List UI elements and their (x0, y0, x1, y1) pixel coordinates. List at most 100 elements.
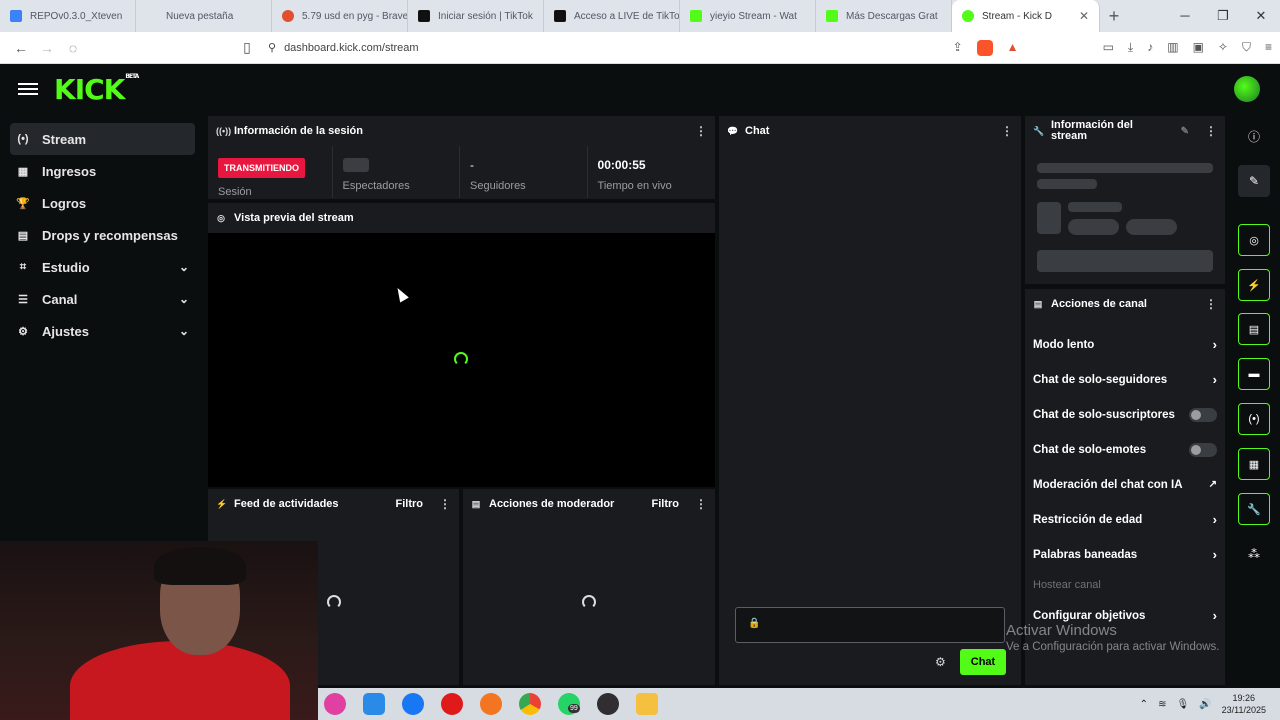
info-icon[interactable]: ⓘ (1238, 120, 1270, 152)
more-widgets-icon[interactable]: ⁂ (1238, 538, 1270, 570)
onedrive-icon[interactable] (363, 693, 385, 715)
tiktok-icon (554, 10, 566, 22)
user-avatar[interactable] (1234, 76, 1260, 102)
kebab-menu-icon[interactable]: ⋮ (439, 497, 451, 511)
share-icon[interactable]: ⇪ (953, 40, 963, 56)
volume-icon[interactable]: 🔊 (1199, 699, 1211, 710)
watermark-title: Activar Windows (1006, 622, 1117, 639)
chat-send-button[interactable]: Chat (960, 649, 1006, 675)
browser-tab[interactable]: 5.79 usd en pyg - Brave (272, 0, 408, 32)
maximize-icon[interactable]: ❐ (1204, 8, 1242, 24)
action-followers-only[interactable]: Chat de solo-seguidores › (1025, 362, 1225, 397)
sidebar-item-estudio[interactable]: ⌗ Estudio ⌄ (10, 251, 195, 283)
tray-overflow-icon[interactable]: ⌃ (1140, 699, 1148, 710)
broadcast-icon[interactable]: (•) (1238, 403, 1270, 435)
kebab-menu-icon[interactable]: ⋮ (695, 124, 707, 138)
sidebar-item-stream[interactable]: (•) Stream (10, 123, 195, 155)
close-window-icon[interactable]: ✕ (1242, 8, 1280, 24)
chat-input[interactable]: 🔒 (735, 607, 1005, 643)
preview-icon: ◎ (217, 212, 225, 223)
action-age-restriction[interactable]: Restricción de edad › (1025, 502, 1225, 537)
whatsapp-icon[interactable]: 99 (558, 693, 580, 715)
chevron-down-icon: ⌄ (178, 260, 189, 274)
wrench-icon[interactable]: 🔧 (1238, 493, 1270, 525)
sidebar-item-label: Logros (42, 195, 87, 211)
action-label: Configurar objetivos (1033, 609, 1146, 622)
url-field[interactable]: ⚲ dashboard.kick.com/stream (268, 41, 953, 55)
address-bar: ← → ◌ ▯ ⚲ dashboard.kick.com/stream ⇪ ▲ … (0, 32, 1280, 64)
facebook-icon[interactable] (402, 693, 424, 715)
itunes-icon[interactable] (324, 693, 346, 715)
action-slow-mode[interactable]: Modo lento › (1025, 327, 1225, 362)
site-info-icon[interactable]: ⚲ (268, 41, 276, 54)
browser-tab[interactable]: Iniciar sesión | TikTok (408, 0, 544, 32)
kebab-menu-icon[interactable]: ⋮ (695, 497, 707, 511)
chrome-icon[interactable] (519, 693, 541, 715)
download-icon[interactable]: ⤓ (1128, 40, 1133, 56)
opera-icon[interactable] (441, 693, 463, 715)
forward-icon[interactable]: → (34, 40, 60, 56)
browser-tab-active[interactable]: Stream - Kick D ✕ (952, 0, 1100, 32)
action-banned-words[interactable]: Palabras baneadas › (1025, 537, 1225, 572)
subscribers-only-toggle[interactable] (1189, 407, 1217, 422)
vpn-icon[interactable]: ⛉ (1242, 40, 1251, 56)
hamburger-menu-icon[interactable] (18, 83, 38, 95)
reader-icon[interactable]: ▭ (1103, 40, 1114, 56)
clock[interactable]: 19:26 23/11/2025 (1222, 692, 1266, 716)
notes-icon[interactable]: ▤ (1238, 313, 1270, 345)
sidebar-item-canal[interactable]: ☰ Canal ⌄ (10, 283, 195, 315)
sidebar-toggle-icon[interactable]: ▥ (1167, 40, 1178, 56)
right-rail: ⓘ ✎ ◎ ⚡ ▤ ▬ (•) ▦ 🔧 ⁂ (1228, 114, 1280, 694)
sidebar: (•) Stream ▦ Ingresos 🏆 Logros ▤ Drops y rec… (0, 114, 205, 544)
close-icon[interactable]: ✕ (1079, 9, 1089, 23)
file-explorer-icon[interactable] (636, 693, 658, 715)
stat-label: Espectadores (342, 180, 410, 192)
logo-text: KICK (54, 72, 125, 106)
edit-pencil-icon[interactable]: ✎ (1238, 165, 1270, 197)
media-icon[interactable]: ♪ (1147, 40, 1153, 56)
kick-logo[interactable]: KICKBETA (54, 72, 139, 106)
browser-tab[interactable]: Más Descargas Grat (816, 0, 952, 32)
menu-icon[interactable]: ≡ (1265, 40, 1272, 56)
chat-settings-gear-icon[interactable]: ⚙ (935, 655, 946, 669)
edit-pencil-icon[interactable]: ✎ (1181, 126, 1189, 137)
crunchyroll-icon[interactable] (480, 693, 502, 715)
layout-icon[interactable]: ▦ (1238, 448, 1270, 480)
sidebar-item-ingresos[interactable]: ▦ Ingresos (10, 155, 195, 187)
back-icon[interactable]: ← (8, 40, 34, 56)
sidebar-item-logros[interactable]: 🏆 Logros (10, 187, 195, 219)
browser-tab[interactable]: Nueva pestaña (136, 0, 272, 32)
action-label: Modo lento (1033, 338, 1095, 351)
browser-tab[interactable]: Acceso a LIVE de TikTok (544, 0, 680, 32)
wallet-icon[interactable]: ▣ (1193, 40, 1204, 56)
action-ai-moderation[interactable]: Moderación del chat con IA ↗ (1025, 467, 1225, 502)
kebab-menu-icon[interactable]: ⋮ (1205, 297, 1217, 311)
trophy-icon: 🏆 (16, 197, 30, 210)
microphone-icon[interactable]: 🎙 (1176, 699, 1189, 710)
bookmark-icon[interactable]: ▯ (234, 39, 260, 56)
browser-tab[interactable]: REPOv0.3.0_Xteven (0, 0, 136, 32)
new-tab-button[interactable]: + (1100, 6, 1128, 27)
kebab-menu-icon[interactable]: ⋮ (1205, 124, 1217, 138)
stream-preview-video[interactable] (208, 233, 715, 487)
filter-button[interactable]: Filtro (396, 498, 424, 510)
channel-icon: ☰ (18, 293, 28, 306)
kebab-menu-icon[interactable]: ⋮ (1001, 124, 1013, 138)
browser-tab[interactable]: yieyio Stream - Wat (680, 0, 816, 32)
loading-icon[interactable]: ◌ (60, 40, 86, 56)
preview-toggle-icon[interactable]: ◎ (1238, 224, 1270, 256)
brave-shield-icon[interactable] (976, 39, 993, 56)
clock-time: 19:26 (1232, 693, 1256, 703)
chat-bubble-icon[interactable]: ▬ (1238, 358, 1270, 390)
lightning-icon[interactable]: ⚡ (1238, 269, 1270, 301)
leo-icon[interactable]: ✧ (1218, 40, 1228, 56)
rewards-icon[interactable]: ▲ (1007, 40, 1019, 56)
obs-icon[interactable] (597, 693, 619, 715)
minimize-icon[interactable]: ─ (1166, 8, 1204, 24)
network-icon[interactable]: ≋ (1158, 699, 1166, 710)
sidebar-item-drops[interactable]: ▤ Drops y recompensas (10, 219, 195, 251)
filter-button[interactable]: Filtro (652, 498, 680, 510)
chevron-down-icon: ⌄ (178, 292, 189, 306)
sidebar-item-ajustes[interactable]: ⚙ Ajustes ⌄ (10, 315, 195, 347)
emotes-only-toggle[interactable] (1189, 442, 1217, 457)
